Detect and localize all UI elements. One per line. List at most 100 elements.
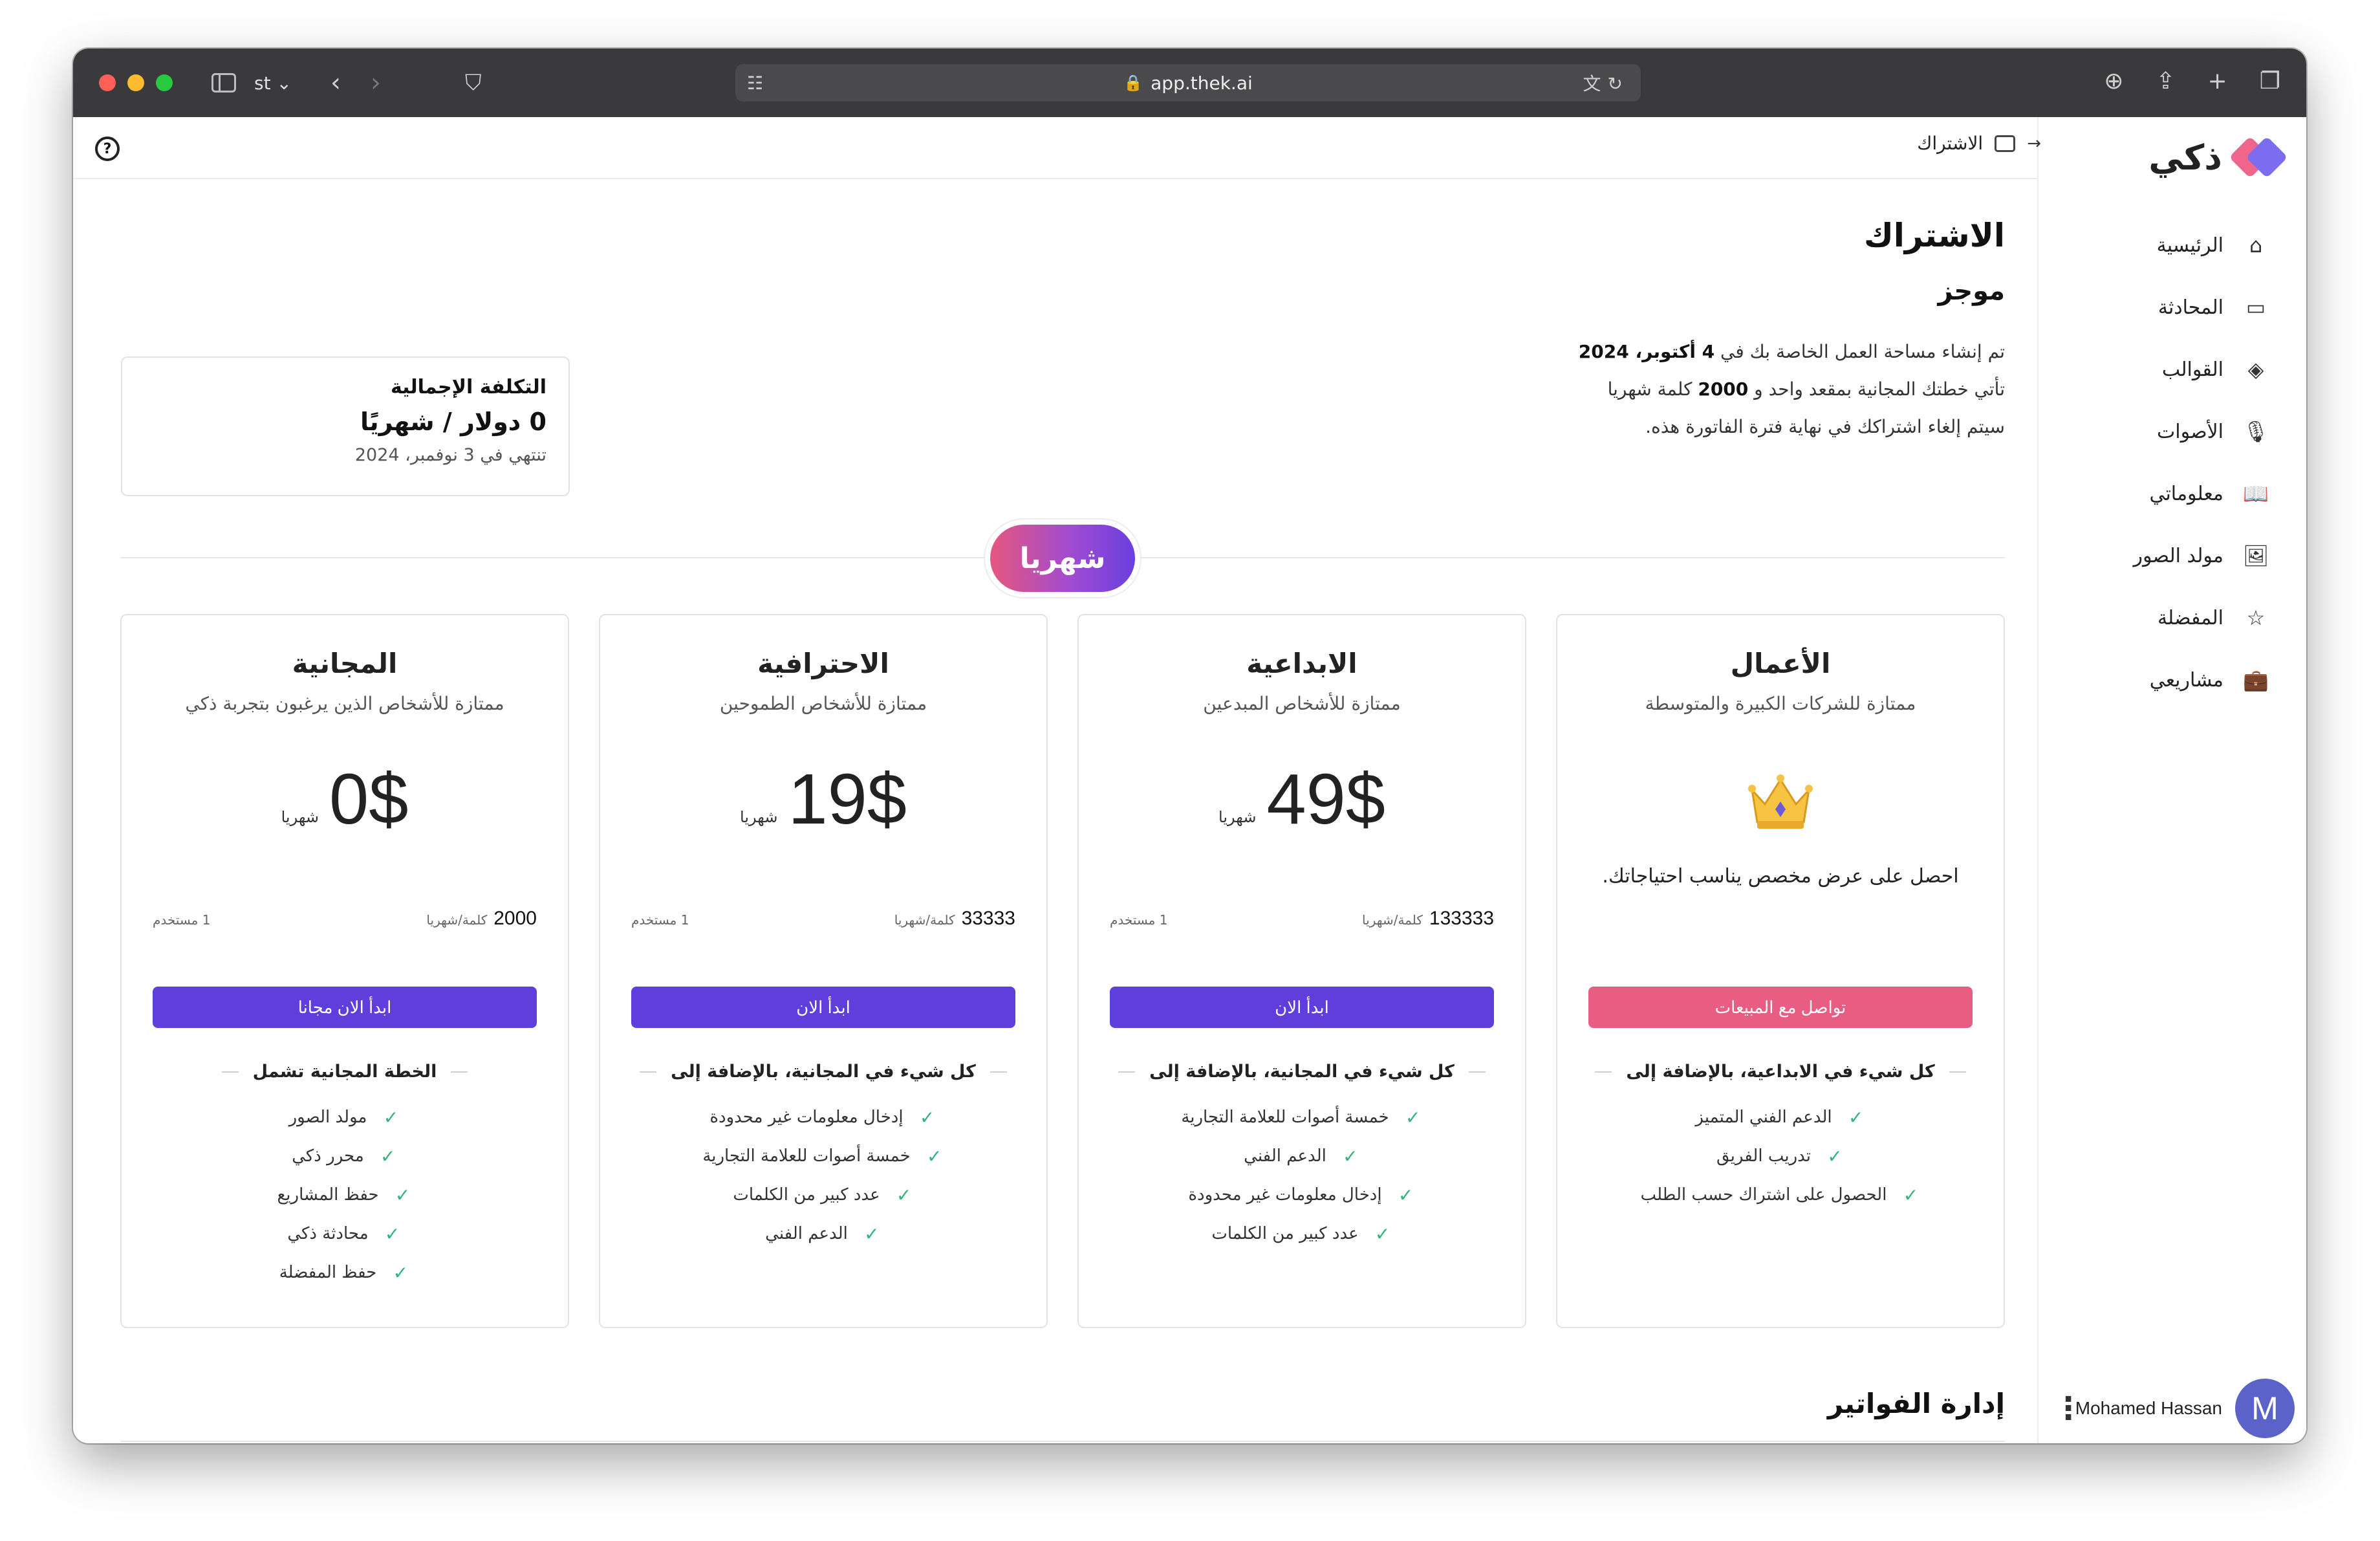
user-name: Mohamed Hassan [2075,1398,2222,1418]
list-item: ✓ تدريب الفريق [1716,1137,1844,1175]
check-icon: ✓ [926,1145,942,1167]
plan-limits: 133333 كلمة/شهريا 1 مستخدم [1110,908,1494,930]
logo[interactable]: ذكي [2148,136,2288,179]
translate-reload-icons[interactable]: 文↻ [1583,70,1629,96]
plan-description: ممتازة للأشخاص المبدعين [1203,693,1401,714]
sidebar-toggle-icon[interactable] [211,73,236,93]
check-icon: ✓ [1343,1145,1358,1167]
price-value: 0$ [329,760,409,839]
sidebar-item-label: معلوماتي [2149,482,2223,505]
url-text: app.thek.ai [1151,72,1253,94]
start-free-button[interactable]: ابدأ الان مجانا [153,987,537,1028]
plan-description: ممتازة للأشخاص الذين يرغبون بتجربة ذكي [185,693,504,714]
zoom-window-button[interactable] [156,74,173,91]
start-creative-button[interactable]: ابدأ الان [1110,987,1494,1028]
list-item: ✓ الدعم الفني [765,1214,882,1253]
price-period: شهريا [281,808,319,826]
sidebar-item-voices[interactable]: 🎙 الأصوات [2134,400,2269,463]
features-heading: كل شيء في المجانية، بالإضافة إلى [1110,1062,1494,1082]
browser-window: st ⌄ ‹ › ⛉ ☷ 🔒 app.thek.ai 文↻ ⊕ ⇪ + ❐ ذك… [73,49,2306,1443]
list-item: ✓ محادثة ذكي [287,1214,402,1253]
sidebar-item-label: مشاريعي [2149,668,2223,692]
home-icon: ⌂ [2249,233,2263,257]
sidebar: ذكي ⌂ الرئيسية ▭ المحادثة ◈ القوالب 🎙 ال… [2037,117,2306,1443]
word-limit: 2000 كلمة/شهريا [426,908,537,929]
word-limit: 33333 كلمة/شهريا [894,908,1015,929]
plan-card-pro: الاحترافية ممتازة للأشخاص الطموحين شهريا… [599,614,1048,1328]
tab-group-selector[interactable]: st ⌄ [254,72,292,94]
plan-name: الأعمال [1730,648,1831,679]
list-item: ✓ الدعم الفني المتميز [1695,1098,1865,1137]
divider [121,1441,2005,1442]
sidebar-item-favorites[interactable]: ☆ المفضلة [2134,587,2269,649]
check-icon: ✓ [1374,1223,1390,1245]
close-window-button[interactable] [99,74,116,91]
price-value: 49$ [1266,760,1385,839]
contact-sales-button[interactable]: تواصل مع المبيعات [1588,987,1973,1028]
price: شهريا 19$ [600,764,1046,835]
page-menu-icon[interactable]: ☷ [747,72,763,94]
check-icon: ✓ [383,1106,399,1128]
sidebar-item-templates[interactable]: ◈ القوالب [2134,338,2269,400]
sidebar-item-label: المفضلة [2157,606,2223,629]
forward-icon[interactable]: › [371,68,381,98]
share-icon[interactable]: ⇪ [2156,68,2175,94]
custom-offer-text: احصل على عرض مخصص يناسب احتياجاتك. [1602,865,1959,888]
privacy-shield-icon[interactable]: ⛉ [465,70,482,96]
address-bar[interactable]: ☷ 🔒 app.thek.ai 文↻ [735,64,1641,102]
list-item: ✓ عدد كبير من الكلمات [733,1175,913,1214]
history-nav: ‹ › [330,68,381,98]
browser-right-tools: ⊕ ⇪ + ❐ [2104,68,2280,94]
features-heading: الخطة المجانية تشمل [153,1062,537,1082]
check-icon: ✓ [393,1262,409,1284]
topbar: ? → الاشتراك [73,117,2041,179]
sidebar-item-image-generator[interactable]: 🖼 مولد الصور [2134,525,2269,587]
window-controls [99,74,173,91]
total-cost-value: 0 دولار / شهريًا [360,408,546,436]
avatar[interactable]: M [2235,1379,2295,1438]
check-icon: ✓ [395,1184,411,1206]
sidebar-nav: ⌂ الرئيسية ▭ المحادثة ◈ القوالب 🎙 الأصوا… [2134,214,2269,711]
back-icon[interactable]: ‹ [330,68,341,98]
briefcase-icon: 💼 [2243,668,2269,692]
app: ذكي ⌂ الرئيسية ▭ المحادثة ◈ القوالب 🎙 ال… [73,117,2306,1443]
features-heading: كل شيء في الابداعية، بالإضافة إلى [1588,1062,1973,1082]
expiry-date: تنتهي في 3 نوفمبر، 2024 [354,445,546,465]
plan-description: ممتازة للشركات الكبيرة والمتوسطة [1645,693,1916,714]
tab-overview-icon[interactable]: ❐ [2260,68,2280,94]
sidebar-item-label: القوالب [2161,358,2223,381]
check-icon: ✓ [1827,1145,1843,1167]
star-icon: ☆ [2246,606,2266,630]
sidebar-item-home[interactable]: ⌂ الرئيسية [2134,214,2269,276]
price-period: شهريا [1218,808,1257,826]
minimize-window-button[interactable] [127,74,144,91]
page-title: الاشتراك [1863,217,2005,254]
sidebar-item-knowledge[interactable]: 📖 معلوماتي [2134,463,2269,525]
sidebar-item-projects[interactable]: 💼 مشاريعي [2134,649,2269,711]
logo-text: ذكي [2148,137,2222,178]
check-icon: ✓ [864,1223,880,1245]
main-content: الاشتراك موجز تم إنشاء مساحة العمل الخاص… [73,179,2037,1443]
monthly-toggle-button[interactable]: شهريا [990,525,1135,592]
collapse-arrow-icon[interactable]: → [2027,134,2041,153]
sidebar-item-chat[interactable]: ▭ المحادثة [2134,276,2269,338]
plan-card-creative: الابداعية ممتازة للأشخاص المبدعين شهريا … [1077,614,1526,1328]
help-icon[interactable]: ? [95,137,120,161]
check-icon: ✓ [919,1106,935,1128]
total-cost-card: التكلفة الإجمالية 0 دولار / شهريًا تنتهي… [121,356,570,496]
browser-toolbar: st ⌄ ‹ › ⛉ ☷ 🔒 app.thek.ai 文↻ ⊕ ⇪ + ❐ [73,49,2306,117]
summary-line-plan: تأتي خطتك المجانية بمقعد واحد و 2000 كلم… [1607,378,2005,400]
crown-icon [1557,770,2004,842]
logo-mark-icon [2229,136,2288,179]
list-item: ✓ محرر ذكي [292,1137,398,1175]
plan-description: ممتازة للأشخاص الطموحين [719,693,927,714]
chat-icon: ▭ [2245,295,2266,320]
features-list: ✓ الدعم الفني المتميز ✓ تدريب الفريق ✓ الحص… [1588,1098,1973,1214]
start-pro-button[interactable]: ابدأ الان [631,987,1015,1028]
downloads-icon[interactable]: ⊕ [2104,68,2123,94]
more-vertical-icon[interactable]: ⋮ [2053,1393,2084,1424]
word-limit: 133333 كلمة/شهريا [1362,908,1494,929]
new-tab-icon[interactable]: + [2208,68,2227,94]
price-value: 19$ [788,760,907,839]
plan-name: المجانية [292,648,398,679]
